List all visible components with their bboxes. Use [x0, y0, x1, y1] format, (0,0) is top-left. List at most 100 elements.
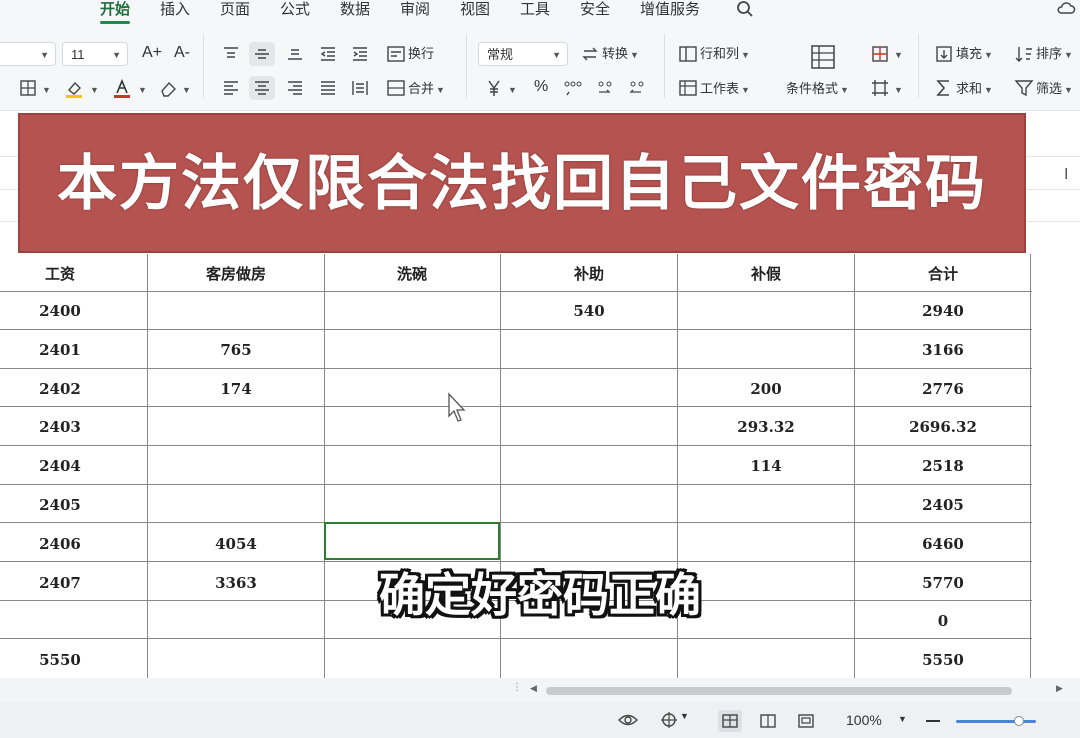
align-left-icon[interactable]: [221, 78, 241, 98]
eye-icon[interactable]: [618, 712, 638, 728]
table-cell[interactable]: 2402: [0, 380, 148, 398]
table-cell[interactable]: 2406: [0, 535, 148, 553]
chevron-down-icon[interactable]: ▼: [892, 45, 903, 64]
zoom-level[interactable]: 100%: [846, 712, 882, 728]
table-cell[interactable]: 2407: [0, 574, 148, 592]
table-cell[interactable]: 3166: [855, 341, 1031, 359]
border-icon[interactable]: [18, 78, 38, 98]
distributed-icon[interactable]: [350, 78, 370, 98]
align-top-icon[interactable]: [221, 44, 241, 64]
table-cell[interactable]: 2405: [855, 496, 1031, 514]
font-grow-button[interactable]: A+: [142, 44, 162, 62]
table-cell[interactable]: 5550: [0, 651, 148, 669]
font-name-select[interactable]: ▼: [0, 42, 56, 66]
justify-icon[interactable]: [318, 78, 338, 98]
table-cell[interactable]: 174: [148, 380, 324, 398]
table-cell[interactable]: 4054: [148, 535, 324, 553]
rows-cols-button[interactable]: 行和列 ▼: [700, 45, 750, 64]
table-cell[interactable]: 2776: [855, 380, 1031, 398]
fill-color-icon[interactable]: [64, 78, 84, 98]
font-size-select[interactable]: 11 ▼: [62, 42, 128, 66]
increase-decimal-icon[interactable]: [596, 78, 616, 98]
align-right-icon[interactable]: [285, 78, 305, 98]
table-cell[interactable]: 2400: [0, 302, 148, 320]
table-cell[interactable]: 200: [678, 380, 854, 398]
table-cell[interactable]: 114: [678, 457, 854, 475]
merge-button[interactable]: 合并 ▼: [408, 80, 445, 99]
chevron-down-icon[interactable]: ▼: [892, 80, 903, 99]
align-center-icon[interactable]: [252, 78, 272, 98]
thousands-separator-icon[interactable]: [563, 78, 583, 98]
table-cell[interactable]: 0: [855, 612, 1031, 630]
tab-value-added[interactable]: 增值服务: [640, 0, 700, 20]
worksheet-button[interactable]: 工作表 ▼: [700, 80, 750, 99]
chevron-down-icon[interactable]: ▼: [506, 80, 517, 99]
eraser-icon[interactable]: [158, 78, 178, 98]
chevron-down-icon[interactable]: ▼: [898, 714, 907, 724]
selected-cell[interactable]: [324, 522, 500, 560]
column-header-housekeeping[interactable]: 客房做房: [148, 263, 324, 284]
wrap-text-button[interactable]: 换行: [408, 45, 434, 63]
scroll-left-icon[interactable]: ◀: [530, 683, 537, 694]
conditional-format-button[interactable]: 条件格式 ▼: [786, 80, 849, 99]
tab-page[interactable]: 页面: [220, 0, 250, 20]
filter-button[interactable]: 筛选 ▼: [1036, 80, 1073, 99]
tab-formula[interactable]: 公式: [280, 0, 310, 20]
column-header-total[interactable]: 合计: [855, 263, 1031, 284]
tab-home[interactable]: 开始: [100, 0, 131, 24]
table-cell[interactable]: 6460: [855, 535, 1031, 553]
table-cell[interactable]: 2518: [855, 457, 1031, 475]
fill-button[interactable]: 填充 ▼: [956, 45, 993, 64]
table-cell[interactable]: 2696.32: [855, 418, 1031, 436]
tab-review[interactable]: 审阅: [400, 0, 430, 20]
table-cell[interactable]: 5770: [855, 574, 1031, 592]
align-middle-icon[interactable]: [252, 44, 272, 64]
font-color-icon[interactable]: [112, 78, 132, 98]
column-header-dishwashing[interactable]: 洗碗: [324, 263, 500, 284]
normal-view-button[interactable]: [718, 710, 742, 732]
chevron-down-icon[interactable]: ▼: [40, 80, 51, 99]
sort-button[interactable]: 排序 ▼: [1036, 45, 1073, 64]
indent-increase-icon[interactable]: [350, 44, 370, 64]
zoom-out-icon[interactable]: [926, 720, 940, 722]
page-break-view-button[interactable]: [794, 710, 818, 732]
crosshair-icon[interactable]: [660, 711, 678, 729]
tab-view[interactable]: 视图: [460, 0, 490, 20]
table-cell[interactable]: 765: [148, 341, 324, 359]
zoom-slider-knob[interactable]: [1014, 716, 1024, 726]
chevron-down-icon[interactable]: ▼: [180, 80, 191, 99]
cell-style-icon[interactable]: [870, 44, 890, 64]
chevron-down-icon[interactable]: ▼: [680, 711, 689, 721]
sum-button[interactable]: 求和 ▼: [956, 80, 993, 99]
table-cell[interactable]: 540: [501, 302, 677, 320]
table-cell[interactable]: 2401: [0, 341, 148, 359]
scrollbar-thumb[interactable]: [546, 687, 1012, 695]
table-cell[interactable]: 293.32: [678, 418, 854, 436]
currency-icon[interactable]: [484, 78, 504, 98]
chevron-down-icon[interactable]: ▼: [136, 80, 147, 99]
table-cell[interactable]: 2404: [0, 457, 148, 475]
column-header-subsidy[interactable]: 补助: [501, 263, 677, 284]
table-cell[interactable]: 2403: [0, 418, 148, 436]
horizontal-scrollbar[interactable]: ⋮ ◀ ▶: [0, 678, 1080, 702]
search-icon[interactable]: [736, 0, 754, 18]
table-cell[interactable]: 3363: [148, 574, 324, 592]
tab-data[interactable]: 数据: [340, 0, 370, 20]
table-cell[interactable]: 2940: [855, 302, 1031, 320]
percent-button[interactable]: %: [534, 78, 548, 96]
tab-tools[interactable]: 工具: [520, 0, 550, 20]
tab-insert[interactable]: 插入: [160, 0, 190, 20]
table-cell[interactable]: 2405: [0, 496, 148, 514]
cloud-icon[interactable]: [1056, 0, 1076, 16]
indent-decrease-icon[interactable]: [318, 44, 338, 64]
tab-security[interactable]: 安全: [580, 0, 610, 20]
font-shrink-button[interactable]: A-: [174, 44, 190, 62]
chevron-down-icon[interactable]: ▼: [88, 80, 99, 99]
page-layout-view-button[interactable]: [756, 710, 780, 732]
number-format-select[interactable]: 常规 ▼: [478, 42, 568, 66]
scroll-right-icon[interactable]: ▶: [1056, 683, 1063, 694]
table-format-icon[interactable]: [870, 78, 890, 98]
convert-button[interactable]: 转换 ▼: [602, 45, 639, 64]
column-header-leave[interactable]: 补假: [678, 263, 854, 284]
decrease-decimal-icon[interactable]: [628, 78, 648, 98]
